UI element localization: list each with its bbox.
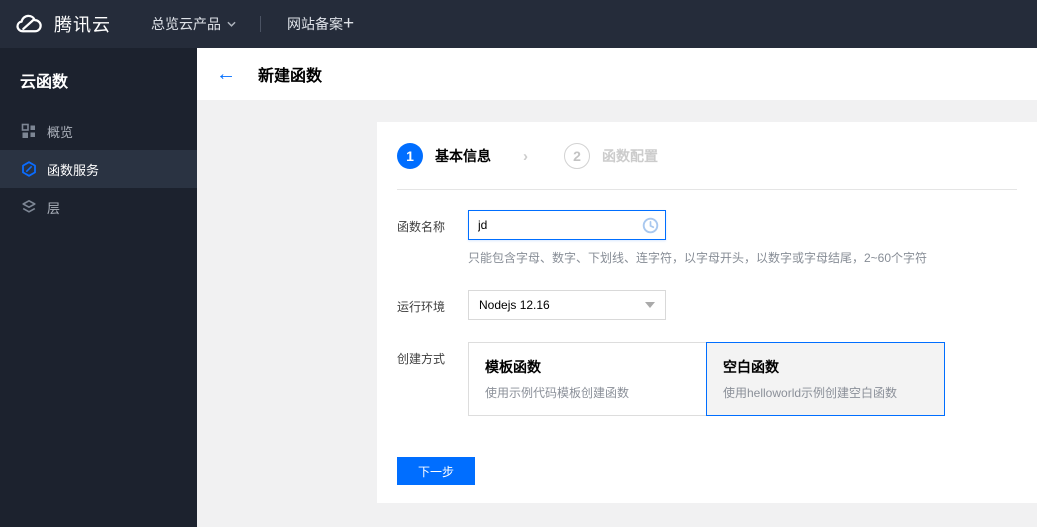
tencent-cloud-brand[interactable]: 腾讯云 xyxy=(16,11,111,37)
sidebar-title: 云函数 xyxy=(20,74,69,91)
creation-method-cards: 模板函数 使用示例代码模板创建函数 空白函数 使用helloworld示例创建空… xyxy=(468,342,945,416)
runtime-row: 运行环境 Nodejs 12.16 xyxy=(397,290,1017,320)
sidebar-item-overview[interactable]: 概览 xyxy=(0,112,197,150)
section-divider xyxy=(397,189,1017,190)
sidebar-item-function-service[interactable]: 函数服务 xyxy=(0,150,197,188)
step-1-label: 基本信息 xyxy=(435,148,491,164)
back-arrow-icon[interactable]: ← xyxy=(216,64,238,84)
runtime-select-value: Nodejs 12.16 xyxy=(479,298,550,312)
step-1-circle: 1 xyxy=(397,143,423,169)
function-name-input[interactable] xyxy=(468,210,666,240)
grid-icon xyxy=(21,123,35,138)
method-card-title: 空白函数 xyxy=(723,359,779,375)
function-name-input-wrap xyxy=(468,210,666,240)
sidebar-item-layers[interactable]: 层 xyxy=(0,188,197,226)
function-name-field-group: 只能包含字母、数字、下划线、连字符，以字母开头，以数字或字母结尾，2~60个字符 xyxy=(468,210,927,266)
step-indicator: 1 基本信息 › 2 函数配置 xyxy=(397,122,1017,169)
nav-item-products[interactable]: 云产品 xyxy=(179,14,236,34)
step-chevron-icon: › xyxy=(523,147,528,165)
nav-item-beian[interactable]: 网站备案 xyxy=(287,14,343,34)
function-name-hint: 只能包含字母、数字、下划线、连字符，以字母开头，以数字或字母结尾，2~60个字符 xyxy=(468,251,928,265)
function-name-label: 函数名称 xyxy=(397,220,446,234)
method-card-desc: 使用示例代码模板创建函数 xyxy=(485,386,630,400)
nav-item-overview[interactable]: 总览 xyxy=(151,14,179,34)
select-caret-icon xyxy=(645,302,655,308)
nav-item-products-label: 云产品 xyxy=(179,16,221,32)
sidebar: 云函数 概览 函数服务 层 xyxy=(0,48,197,527)
chevron-down-icon xyxy=(227,21,236,27)
method-card-desc: 使用helloworld示例创建空白函数 xyxy=(723,386,898,400)
runtime-label: 运行环境 xyxy=(397,300,446,314)
brand-name: 腾讯云 xyxy=(54,15,111,35)
page-header: ← 新建函数 xyxy=(197,48,1037,100)
step-2-label: 函数配置 xyxy=(602,148,658,164)
nav-add-button[interactable]: + xyxy=(343,13,354,35)
tencent-cloud-logo-icon xyxy=(16,14,42,33)
sidebar-item-label: 函数服务 xyxy=(47,162,100,178)
top-navbar: 腾讯云 总览 云产品 网站备案 + xyxy=(0,0,1037,48)
method-card-template[interactable]: 模板函数 使用示例代码模板创建函数 xyxy=(468,342,707,416)
creation-method-row: 创建方式 模板函数 使用示例代码模板创建函数 空白函数 使用helloworld… xyxy=(397,342,1017,416)
creation-method-label: 创建方式 xyxy=(397,352,446,366)
function-name-row: 函数名称 只能包含字母、数字、下划线、连字符，以字母开头，以数字或字母结尾，2~… xyxy=(397,210,1017,266)
page-title: 新建函数 xyxy=(258,68,323,85)
create-function-card: 1 基本信息 › 2 函数配置 函数名称 jd 只能包含字母、数字、下划线、连字… xyxy=(377,122,1037,503)
sidebar-item-label: 概览 xyxy=(47,124,74,140)
nav-divider xyxy=(260,16,261,32)
function-service-icon xyxy=(22,161,36,177)
layers-icon xyxy=(22,199,36,213)
content-area: 1 基本信息 › 2 函数配置 函数名称 jd 只能包含字母、数字、下划线、连字… xyxy=(197,100,1037,527)
method-card-blank[interactable]: 空白函数 使用helloworld示例创建空白函数 xyxy=(706,342,945,416)
step-2-circle: 2 xyxy=(564,143,590,169)
sidebar-item-label: 层 xyxy=(47,200,61,216)
runtime-select[interactable]: Nodejs 12.16 xyxy=(468,290,666,320)
main-area: ← 新建函数 1 基本信息 › 2 函数配置 函数名称 jd 只能包含字母、数字… xyxy=(197,48,1037,527)
clock-icon xyxy=(642,217,659,234)
method-card-title: 模板函数 xyxy=(485,359,541,375)
next-step-button[interactable]: 下一步 xyxy=(397,457,475,485)
